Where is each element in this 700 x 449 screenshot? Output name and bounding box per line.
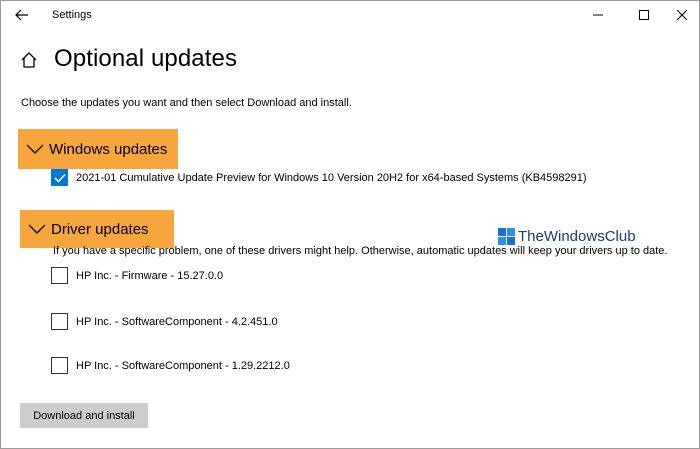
close-icon	[677, 10, 687, 20]
maximize-icon	[639, 10, 649, 20]
driver-item-software-2[interactable]: HP Inc. - SoftwareComponent - 1.29.2212.…	[51, 357, 290, 374]
driver-checkbox[interactable]	[51, 313, 68, 330]
checkmark-icon	[53, 173, 66, 183]
maximize-button[interactable]	[627, 3, 661, 27]
page-title: Optional updates	[54, 45, 238, 72]
windows-logo-icon	[498, 228, 515, 245]
title-bar: Settings	[1, 1, 700, 31]
home-icon[interactable]	[20, 51, 38, 69]
download-install-button[interactable]: Download and install	[20, 403, 148, 428]
back-button[interactable]	[7, 3, 37, 27]
driver-updates-header[interactable]: Driver updates	[20, 210, 174, 248]
close-button[interactable]	[665, 3, 699, 27]
watermark: TheWindowsClub	[498, 228, 636, 245]
settings-window: Settings Optional updates Choose the upd…	[0, 0, 700, 449]
driver-label: HP Inc. - Firmware - 15.27.0.0	[76, 269, 224, 282]
window-title: Settings	[52, 9, 92, 21]
windows-updates-header[interactable]: Windows updates	[18, 129, 178, 169]
watermark-text: TheWindowsClub	[518, 228, 636, 245]
minimize-button[interactable]	[581, 3, 615, 27]
chevron-down-icon	[28, 224, 46, 234]
windows-update-item[interactable]: 2021-01 Cumulative Update Preview for Wi…	[51, 169, 587, 186]
driver-item-firmware[interactable]: HP Inc. - Firmware - 15.27.0.0	[51, 267, 223, 284]
windows-updates-label: Windows updates	[49, 140, 168, 158]
back-arrow-icon	[15, 9, 28, 21]
driver-checkbox[interactable]	[51, 267, 68, 284]
chevron-down-icon	[26, 144, 44, 154]
driver-label: HP Inc. - SoftwareComponent - 4.2.451.0	[76, 315, 278, 328]
update-checkbox[interactable]	[51, 169, 68, 186]
driver-updates-label: Driver updates	[51, 220, 149, 238]
driver-item-software-1[interactable]: HP Inc. - SoftwareComponent - 4.2.451.0	[51, 313, 278, 330]
driver-description: If you have a specific problem, one of t…	[53, 245, 668, 257]
driver-checkbox[interactable]	[51, 357, 68, 374]
driver-label: HP Inc. - SoftwareComponent - 1.29.2212.…	[76, 359, 290, 372]
minimize-icon	[593, 14, 603, 16]
intro-text: Choose the updates you want and then sel…	[21, 97, 352, 109]
update-label: 2021-01 Cumulative Update Preview for Wi…	[76, 171, 587, 184]
